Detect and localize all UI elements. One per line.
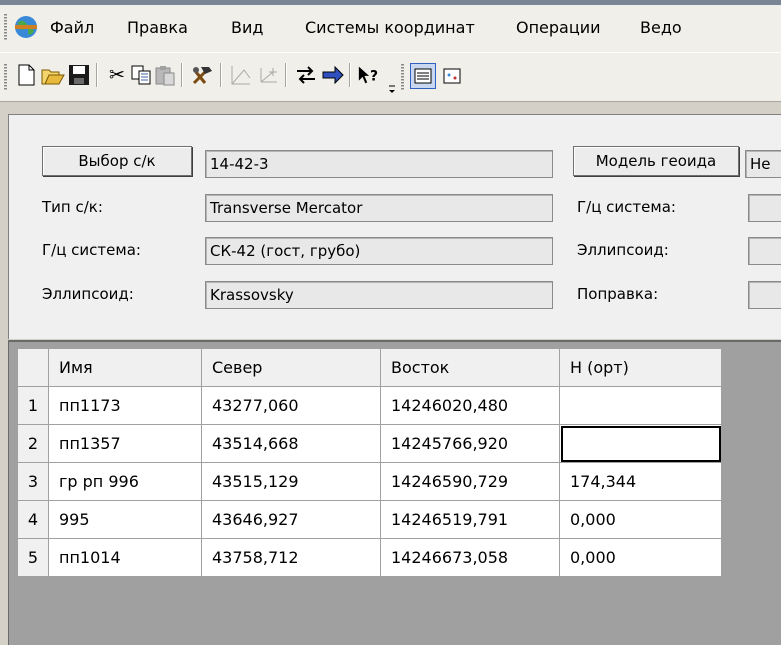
table-row[interactable]: 5 пп1014 43758,712 14246673,058 0,000 xyxy=(17,538,722,577)
cell-height[interactable]: 174,344 xyxy=(559,462,722,501)
cell-name[interactable]: пп1357 xyxy=(48,424,202,463)
menu-file[interactable]: Файл xyxy=(50,18,94,37)
menu-view[interactable]: Вид xyxy=(231,18,263,37)
grid-corner[interactable] xyxy=(17,348,49,387)
select-cs-button[interactable]: Выбор с/к xyxy=(42,146,192,176)
cell-height[interactable]: 0,000 xyxy=(559,500,722,539)
toolbar2-grip[interactable] xyxy=(401,64,404,90)
column-header-north[interactable]: Север xyxy=(201,348,381,387)
ellipsoid-label: Эллипсоид: xyxy=(42,285,134,303)
column-header-height[interactable]: Н (орт) xyxy=(559,348,722,387)
row-number[interactable]: 1 xyxy=(17,386,49,425)
swap-icon[interactable] xyxy=(293,62,319,88)
cell-name[interactable]: 995 xyxy=(48,500,202,539)
row-number[interactable]: 2 xyxy=(17,424,49,463)
paste-icon[interactable] xyxy=(152,62,178,88)
column-header-name[interactable]: Имя xyxy=(48,348,202,387)
axes-icon[interactable] xyxy=(256,62,282,88)
toolbar-grip[interactable] xyxy=(4,64,7,90)
save-icon[interactable] xyxy=(66,62,92,88)
points-table: Имя Север Восток Н (орт) 1 пп1173 43277,… xyxy=(17,348,722,577)
window-top-edge xyxy=(0,0,781,5)
right-geodetic-system-field[interactable] xyxy=(748,194,781,222)
cell-height-selected[interactable] xyxy=(559,424,722,463)
map-view-icon[interactable] xyxy=(440,64,464,88)
transform-icon[interactable] xyxy=(320,62,346,88)
app-globe-icon[interactable] xyxy=(13,14,39,40)
right-ellipsoid-label: Эллипсоид: xyxy=(577,241,669,259)
table-row[interactable]: 2 пп1357 43514,668 14245766,920 xyxy=(17,424,722,463)
help-icon[interactable]: ? xyxy=(357,62,383,88)
cell-north[interactable]: 43514,668 xyxy=(201,424,381,463)
cs-type-field[interactable]: Transverse Mercator xyxy=(205,194,553,222)
cell-east[interactable]: 14246020,480 xyxy=(380,386,560,425)
cell-north[interactable]: 43515,129 xyxy=(201,462,381,501)
tools-icon[interactable] xyxy=(190,62,216,88)
cell-east[interactable]: 14246519,791 xyxy=(380,500,560,539)
new-icon[interactable] xyxy=(13,62,39,88)
table-row[interactable]: 4 995 43646,927 14246519,791 0,000 xyxy=(17,500,722,539)
cell-north[interactable]: 43277,060 xyxy=(201,386,381,425)
menu-coordinate-systems[interactable]: Системы координат xyxy=(305,18,475,37)
toolbar-separator xyxy=(181,63,183,87)
cell-east[interactable]: 14245766,920 xyxy=(380,424,560,463)
toolbar-separator xyxy=(220,63,222,87)
cell-name[interactable]: пп1014 xyxy=(48,538,202,577)
copy-icon[interactable] xyxy=(128,62,154,88)
geometry-icon[interactable] xyxy=(228,62,254,88)
right-ellipsoid-field[interactable] xyxy=(748,237,781,265)
cell-height[interactable] xyxy=(559,386,722,425)
geodetic-system-field[interactable]: СК-42 (гост, грубо) xyxy=(205,237,553,265)
toolbar-separator xyxy=(285,63,287,87)
cell-east[interactable]: 14246590,729 xyxy=(380,462,560,501)
menu-more[interactable]: Ведо xyxy=(640,18,682,37)
correction-field[interactable] xyxy=(748,281,781,309)
toolbar-separator xyxy=(96,63,98,87)
geoid-model-button[interactable]: Модель геоида xyxy=(573,146,739,176)
menu-operations[interactable]: Операции xyxy=(516,18,601,37)
cs-name-field[interactable]: 14-42-3 xyxy=(205,150,553,178)
toolbar-overflow-icon[interactable] xyxy=(388,80,396,93)
column-header-east[interactable]: Восток xyxy=(380,348,560,387)
menubar-grip[interactable] xyxy=(4,14,7,40)
row-number[interactable]: 5 xyxy=(17,538,49,577)
table-row[interactable]: 3 гр рп 996 43515,129 14246590,729 174,3… xyxy=(17,462,722,501)
svg-text:?: ? xyxy=(370,69,378,85)
row-number[interactable]: 4 xyxy=(17,500,49,539)
cut-icon[interactable]: ✂ xyxy=(104,62,130,88)
ellipsoid-field[interactable]: Krassovsky xyxy=(205,281,553,309)
row-number[interactable]: 3 xyxy=(17,462,49,501)
table-row[interactable]: 1 пп1173 43277,060 14246020,480 xyxy=(17,386,722,425)
geodetic-system-label: Г/ц система: xyxy=(42,241,141,259)
cell-north[interactable]: 43646,927 xyxy=(201,500,381,539)
open-icon[interactable] xyxy=(40,62,66,88)
list-view-icon[interactable] xyxy=(410,63,436,89)
cell-east[interactable]: 14246673,058 xyxy=(380,538,560,577)
cell-north[interactable]: 43758,712 xyxy=(201,538,381,577)
cell-name[interactable]: пп1173 xyxy=(48,386,202,425)
right-geodetic-system-label: Г/ц система: xyxy=(577,198,676,216)
correction-label: Поправка: xyxy=(577,285,659,303)
table-header-row: Имя Север Восток Н (орт) xyxy=(17,348,722,387)
cell-name[interactable]: гр рп 996 xyxy=(48,462,202,501)
toolbar-separator xyxy=(349,63,351,87)
menu-edit[interactable]: Правка xyxy=(127,18,188,37)
geoid-model-field[interactable]: Не xyxy=(745,150,781,178)
cell-height[interactable]: 0,000 xyxy=(559,538,722,577)
cs-type-label: Тип с/к: xyxy=(42,198,103,216)
